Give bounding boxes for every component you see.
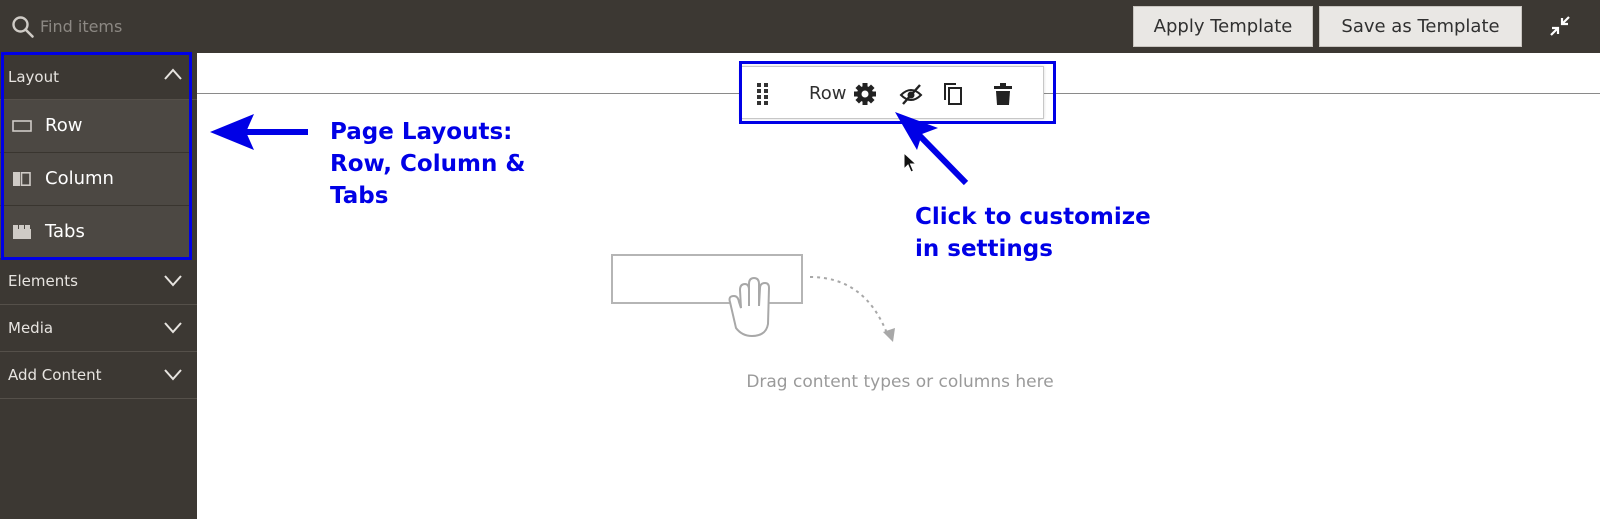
panel-label: Media <box>8 319 54 337</box>
settings-gear-icon[interactable] <box>853 81 877 107</box>
mouse-cursor-icon <box>903 152 918 173</box>
layout-item-column[interactable]: Column <box>0 153 190 206</box>
panel-media[interactable]: Media <box>0 306 197 352</box>
page-layouts-annotation: Page Layouts: Row, Column & Tabs <box>330 116 580 212</box>
row-options-toolbar: Row <box>740 66 1044 119</box>
arrow-to-sidebar <box>210 114 308 150</box>
chevron-down-icon <box>164 322 182 334</box>
duplicate-icon[interactable] <box>941 81 965 107</box>
layout-item-label: Column <box>45 168 114 189</box>
settings-annotation: Click to customize in settings <box>915 201 1205 265</box>
panel-layout[interactable]: Layout <box>0 53 197 100</box>
search-input[interactable] <box>40 12 440 40</box>
column-icon <box>13 171 31 186</box>
annotation-line: Click to customize <box>915 204 1151 230</box>
panel-label: Layout <box>8 68 59 86</box>
trash-icon[interactable] <box>991 81 1015 107</box>
sidebar: Layout Row Column Tabs Elements Media Ad… <box>0 53 197 519</box>
tabs-icon <box>13 225 31 239</box>
chevron-down-icon <box>164 369 182 381</box>
hide-eye-icon[interactable] <box>899 81 923 107</box>
panel-elements[interactable]: Elements <box>0 259 197 305</box>
annotation-line: Tabs <box>330 183 389 209</box>
annotation-line: Page Layouts: <box>330 119 513 145</box>
apply-template-button[interactable]: Apply Template <box>1133 6 1313 47</box>
save-as-template-button[interactable]: Save as Template <box>1319 6 1522 47</box>
panel-label: Elements <box>8 272 78 290</box>
row-icon <box>12 120 32 132</box>
layout-item-label: Tabs <box>45 221 85 242</box>
toolbar-label: Row <box>809 83 847 104</box>
panel-add-content[interactable]: Add Content <box>0 353 197 399</box>
annotation-line: in settings <box>915 236 1053 262</box>
layout-item-row[interactable]: Row <box>0 100 190 153</box>
layout-item-tabs[interactable]: Tabs <box>0 206 190 259</box>
panel-label: Add Content <box>8 366 102 384</box>
annotation-line: Row, Column & <box>330 151 526 177</box>
chevron-down-icon <box>164 275 182 287</box>
search-icon <box>12 16 34 38</box>
collapse-icon[interactable] <box>1547 13 1573 39</box>
layout-item-label: Row <box>45 115 83 136</box>
drag-handle-icon[interactable] <box>751 81 775 107</box>
chevron-up-icon <box>164 68 182 80</box>
top-bar: Apply Template Save as Template <box>0 0 1600 53</box>
drop-zone-hint: Drag content types or columns here <box>746 372 1054 392</box>
drag-drop-illustration <box>611 254 895 342</box>
